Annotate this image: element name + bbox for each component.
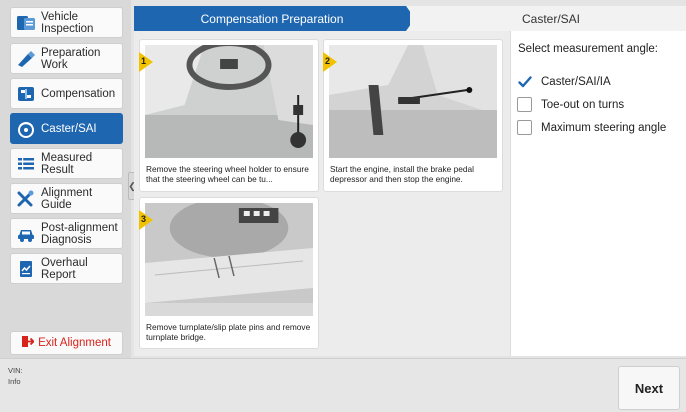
step-caption: Start the engine, install the brake peda… — [330, 164, 474, 184]
tab-caster-sai[interactable]: Caster/SAI — [416, 6, 686, 31]
footer-bar: VIN: Info Next — [0, 358, 686, 412]
sidebar-item-post-alignment-diagnosis[interactable]: Post-alignment Diagnosis — [10, 218, 123, 249]
sidebar-item-label: Diagnosis — [41, 233, 92, 246]
caster-sai-icon — [15, 118, 37, 140]
info-label: Info — [8, 377, 21, 386]
sidebar-item-label: Result — [41, 163, 74, 176]
overhaul-report-icon — [15, 258, 37, 280]
next-button[interactable]: Next — [618, 366, 680, 410]
checkmark-icon[interactable] — [517, 74, 532, 89]
option-caster-sai-ia[interactable]: Caster/SAI/IA — [517, 74, 611, 89]
step-number: 2 — [325, 56, 331, 66]
sidebar-item-label: Guide — [41, 198, 72, 211]
tab-compensation-preparation[interactable]: Compensation Preparation — [134, 6, 410, 31]
exit-alignment-button[interactable]: Exit Alignment — [10, 331, 123, 355]
post-alignment-diagnosis-icon — [15, 223, 37, 245]
step-number: 1 — [141, 56, 147, 66]
sidebar-item-label: Compensation — [41, 87, 116, 100]
sidebar-item-label: Caster/SAI — [41, 122, 97, 135]
exit-icon — [22, 334, 35, 352]
checkbox[interactable] — [517, 120, 532, 135]
alignment-guide-icon — [15, 188, 37, 210]
step-card-3: 3 Remove turnplate/slip plate pins and r… — [139, 197, 319, 349]
instruction-content: 1 Remove the steering wheel holder to en… — [134, 31, 510, 356]
sidebar-item-label: Preparation — [41, 46, 101, 59]
vehicle-inspection-icon — [15, 12, 37, 34]
tab-label: Compensation Preparation — [200, 11, 344, 26]
option-toe-out-on-turns[interactable]: Toe-out on turns — [517, 97, 624, 112]
sidebar-item-label: Vehicle — [41, 10, 79, 23]
step-caption: Remove the steering wheel holder to ensu… — [146, 164, 309, 184]
sidebar-item-label: Post-alignment — [41, 221, 118, 234]
option-label: Toe-out on turns — [541, 98, 625, 111]
sidebar-item-label: Overhaul Report — [41, 256, 88, 281]
step-number: 3 — [141, 214, 147, 224]
measurement-angle-panel: Select measurement angle: Caster/SAI/IA … — [510, 31, 686, 356]
sidebar-item-vehicle-inspection[interactable]: Vehicle Inspection — [10, 7, 123, 38]
option-label: Maximum steering angle — [541, 121, 667, 134]
exit-alignment-label: Exit Alignment — [38, 337, 111, 349]
step-3-illustration — [145, 203, 313, 316]
sidebar: Vehicle Inspection Preparation Work Compen… — [0, 0, 131, 358]
sidebar-item-alignment-guide[interactable]: Alignment Guide — [10, 183, 123, 214]
sidebar-item-label: Measured — [41, 151, 93, 164]
step-card-1: 1 Remove the steering wheel holder to en… — [139, 39, 319, 192]
next-label: Next — [634, 380, 664, 396]
step-1-illustration — [145, 45, 313, 158]
step-card-2: 2 Start the engine, install the brake pe… — [323, 39, 503, 192]
sidebar-item-compensation[interactable]: Compensation — [10, 78, 123, 109]
compensation-icon — [15, 83, 37, 105]
sidebar-item-overhaul-report[interactable]: Overhaul Report — [10, 253, 123, 284]
sidebar-item-label: Alignment — [41, 186, 93, 199]
sidebar-item-label: Work — [41, 58, 68, 71]
tab-label: Caster/SAI — [521, 11, 581, 26]
option-label: Caster/SAI/IA — [541, 75, 611, 88]
option-maximum-steering-angle[interactable]: Maximum steering angle — [517, 120, 666, 135]
sidebar-item-measured-result[interactable]: Measured Result — [10, 148, 123, 179]
sidebar-item-preparation-work[interactable]: Preparation Work — [10, 43, 123, 74]
step-caption: Remove turnplate/slip plate pins and rem… — [146, 322, 311, 342]
measured-result-icon — [15, 153, 37, 175]
preparation-work-icon — [15, 48, 37, 70]
step-2-illustration — [329, 45, 497, 158]
sidebar-item-label: Inspection — [41, 22, 94, 35]
checkbox[interactable] — [517, 97, 532, 112]
vin-label: VIN: — [8, 366, 23, 375]
panel-title: Select measurement angle: — [518, 43, 658, 55]
step-header: Compensation Preparation Caster/SAI — [134, 6, 686, 31]
sidebar-item-caster-sai[interactable]: Caster/SAI — [10, 113, 123, 144]
